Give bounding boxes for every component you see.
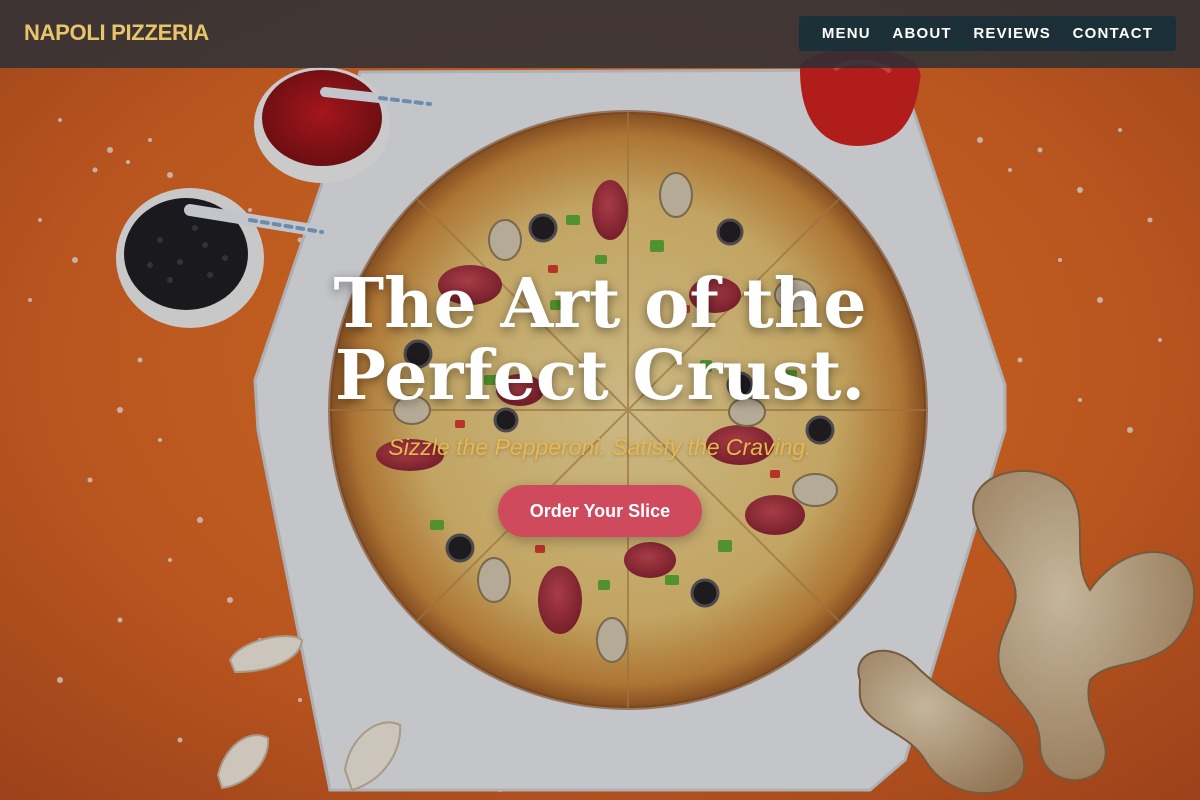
hero-headline: The Art of the Perfect Crust.	[333, 264, 867, 416]
main-nav: MENU ABOUT REVIEWS CONTACT	[799, 16, 1176, 51]
site-header: NAPOLI PIZZERIA MENU ABOUT REVIEWS CONTA…	[0, 0, 1200, 68]
nav-link-contact[interactable]: CONTACT	[1073, 25, 1154, 42]
nav-link-menu[interactable]: MENU	[822, 25, 871, 42]
hero-tagline: Sizzle the Pepperoni. Satisfy the Cravin…	[388, 434, 812, 460]
hero-content: The Art of the Perfect Crust. Sizzle the…	[0, 268, 1200, 537]
brand-logo[interactable]: NAPOLI PIZZERIA	[24, 20, 209, 46]
order-slice-button[interactable]: Order Your Slice	[497, 485, 703, 537]
landing-page: NAPOLI PIZZERIA MENU ABOUT REVIEWS CONTA…	[0, 0, 1200, 800]
nav-link-about[interactable]: ABOUT	[892, 25, 951, 42]
nav-link-reviews[interactable]: REVIEWS	[973, 25, 1051, 42]
